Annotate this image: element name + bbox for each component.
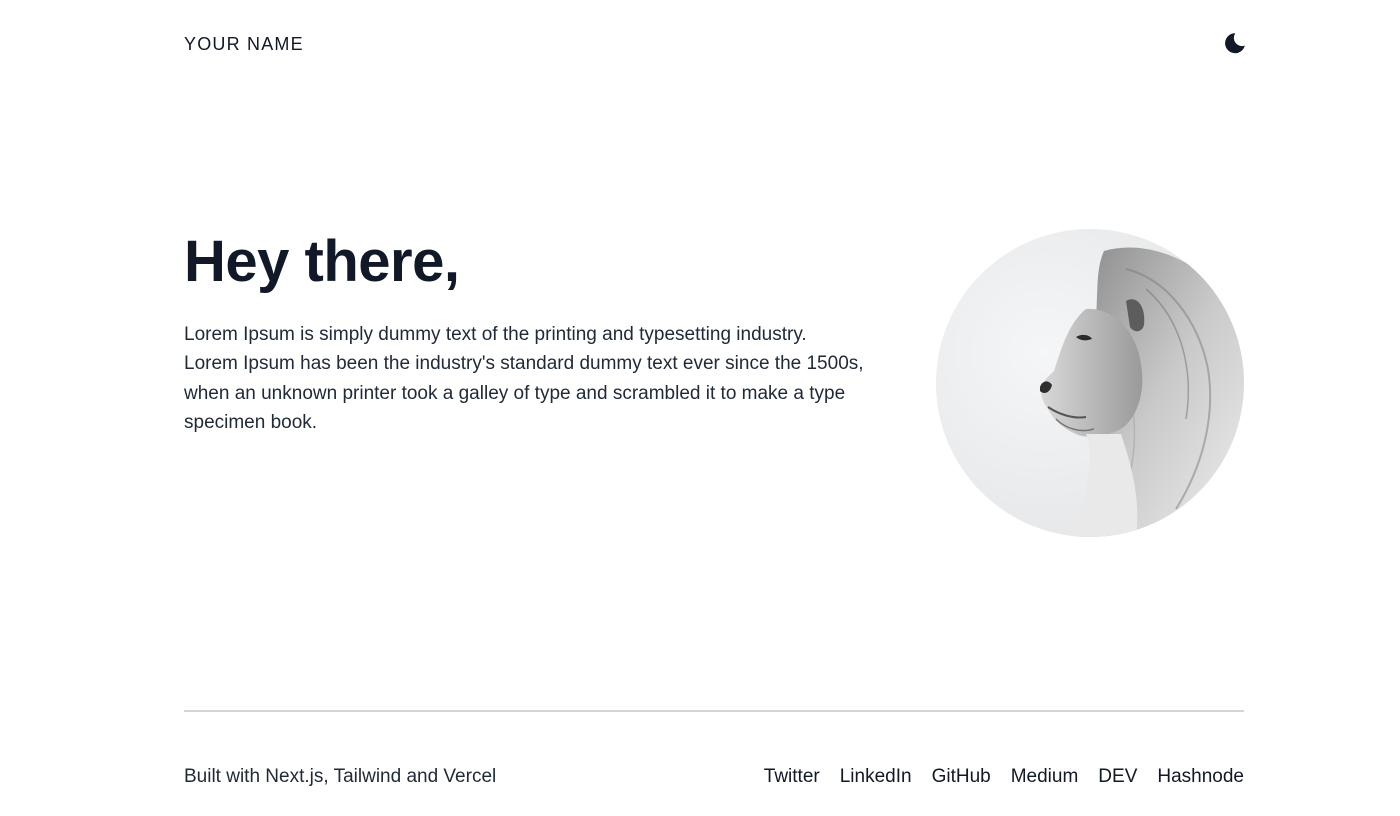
footer-divider (184, 710, 1244, 712)
hero-text: Hey there, Lorem Ipsum is simply dummy t… (184, 228, 864, 438)
brand-link[interactable]: YOUR NAME (184, 34, 304, 55)
hero-paragraph: Lorem Ipsum is simply dummy text of the … (184, 324, 864, 434)
social-links: Twitter LinkedIn GitHub Medium DEV Hashn… (764, 766, 1244, 788)
linkedin-link[interactable]: LinkedIn (840, 766, 912, 787)
dev-link[interactable]: DEV (1098, 766, 1137, 787)
footer-credit: Built with Next.js, Tailwind and Vercel (184, 766, 497, 787)
lion-profile-image (936, 229, 1244, 537)
github-link[interactable]: GitHub (932, 766, 991, 787)
page: YOUR NAME Hey there, Lorem Ipsum is simp… (0, 0, 1400, 816)
site-header: YOUR NAME (184, 26, 1245, 62)
medium-link[interactable]: Medium (1011, 766, 1079, 787)
hashnode-link[interactable]: Hashnode (1157, 766, 1244, 787)
moon-icon (1223, 31, 1247, 58)
twitter-link[interactable]: Twitter (764, 766, 820, 787)
hero-title: Hey there, (184, 229, 460, 294)
avatar (936, 229, 1244, 537)
site-footer: Built with Next.js, Tailwind and Vercel … (184, 762, 1244, 792)
hero-section: Hey there, Lorem Ipsum is simply dummy t… (184, 228, 1244, 537)
theme-toggle-button[interactable] (1217, 26, 1253, 62)
